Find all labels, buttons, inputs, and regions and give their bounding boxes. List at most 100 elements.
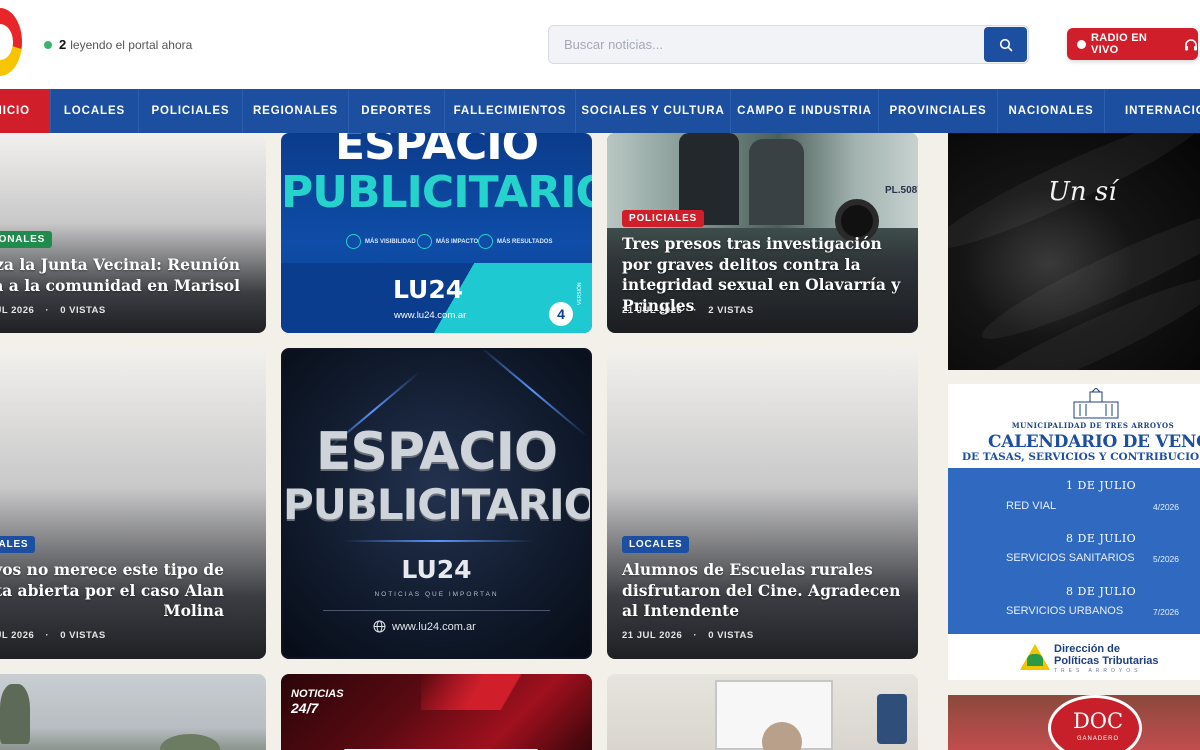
ad-noticias-line-1: NOTICIAS	[291, 688, 344, 700]
ad-brand: LU24	[393, 275, 464, 304]
live-dot-icon	[1077, 39, 1086, 49]
nav-item-deportes[interactable]: DEPORTES	[349, 89, 445, 133]
ad-streak	[343, 540, 533, 542]
news-card[interactable]	[607, 674, 918, 750]
news-views: 0 VISTAS	[708, 630, 754, 641]
calendar-period: 5/2026	[1153, 554, 1179, 564]
ad-divider	[323, 610, 550, 611]
readers-count: 2	[59, 37, 67, 52]
search-icon	[999, 38, 1012, 51]
nav-item-regionales[interactable]: REGIONALES	[243, 89, 349, 133]
radio-label: RADIO EN VIVO	[1091, 32, 1148, 56]
chart-icon	[417, 234, 432, 249]
ad-brand: LU24	[401, 555, 472, 584]
doc-brand: DOC	[1072, 709, 1124, 733]
headphones-icon	[1185, 38, 1197, 50]
calendar-direction: Dirección de Políticas Tributarias	[1054, 643, 1159, 667]
direction-line-2: Políticas Tributarias	[1054, 655, 1159, 667]
calendar-municipality: MUNICIPALIDAD DE TRES ARROYOS	[1011, 421, 1175, 430]
news-card[interactable]: LOCALES “Tres Arroyos no merece este tip…	[0, 348, 266, 659]
calendar-period: 7/2026	[1153, 607, 1179, 617]
calendar-title: CALENDARIO DE VENCIMIENTOS	[988, 432, 1200, 452]
silk-script-text: Un sí	[1048, 177, 1117, 207]
news-card[interactable]	[0, 674, 266, 750]
site-logo[interactable]	[0, 8, 22, 76]
target-icon	[478, 234, 493, 249]
ad-headline-2: PUBLICITARIO	[283, 480, 592, 529]
ad-stat-label: MÁS RESULTADOS	[497, 238, 553, 245]
news-meta: 21 JUL 2026 · 2 VISTAS	[622, 305, 754, 316]
municipal-building-icon	[1073, 388, 1119, 419]
live-readers: 2 leyendo el portal ahora	[44, 37, 192, 52]
news-meta: 21 JUL 2026 · 0 VISTAS	[622, 630, 754, 641]
globe-icon	[373, 620, 386, 633]
sidebar-ad-doc-ganadero[interactable]: DOC GANADERO	[948, 695, 1200, 750]
search-button[interactable]	[984, 27, 1027, 62]
calendar-panel: 1 DE JULIO RED VIAL 4/2026 8 DE JULIO SE…	[948, 468, 1200, 634]
radio-live-button[interactable]: RADIO EN VIVO	[1067, 28, 1198, 60]
calendar-subtitle: DE TASAS, SERVICIOS Y CONTRIBUCIONES MUN…	[962, 451, 1200, 463]
ad-url: www.lu24.com.ar	[392, 620, 476, 633]
nav-item-internacionales[interactable]: INTERNACIONALES	[1105, 89, 1200, 133]
ad-headline-1: ESPACIO	[315, 422, 558, 482]
nav-item-locales[interactable]: LOCALES	[51, 89, 139, 133]
news-card[interactable]: REGIONALES Se organiza la Junta Vecinal:…	[0, 133, 266, 333]
category-badge[interactable]: LOCALES	[622, 536, 690, 553]
sidebar-ad-calendar[interactable]: MUNICIPALIDAD DE TRES ARROYOS CALENDARIO…	[948, 384, 1200, 680]
nav-item-nacionales[interactable]: NACIONALES	[998, 89, 1105, 133]
ad-noticias-label: NOTICIAS 24/7	[291, 688, 344, 716]
ad-stat-label: MÁS IMPACTO	[436, 238, 479, 245]
calendar-date: 8 DE JULIO	[1066, 532, 1137, 545]
calendar-service: SERVICIOS SANITARIOS	[1006, 552, 1135, 564]
news-image-plate: PL.5087	[885, 185, 918, 196]
ad-banner-lu24-v4[interactable]: ESPACIO PUBLICITARIO MÁS VISIBILIDAD MÁS…	[281, 133, 592, 333]
ad-stripe	[421, 674, 592, 710]
news-date: 21 JUL 2026	[622, 305, 683, 316]
ad-stat: MÁS RESULTADOS	[478, 234, 552, 249]
news-image-banner	[877, 694, 907, 744]
nav-item-campo-e-industria[interactable]: CAMPO E INDUSTRIA	[731, 89, 879, 133]
calendar-period: 4/2026	[1153, 502, 1179, 512]
news-views: 2 VISTAS	[708, 305, 754, 316]
direction-line-1: Dirección de	[1054, 643, 1121, 655]
nav-item-inicio[interactable]: INICIO	[0, 89, 51, 133]
news-title[interactable]: “Tres Arroyos no merece este tipo de vis…	[0, 560, 250, 622]
news-image-tree	[160, 734, 220, 750]
ad-banner-lu24[interactable]: ESPACIO PUBLICITARIO LU24 NOTICIAS QUE I…	[281, 348, 592, 659]
news-meta: 21 JUL 2026 · 0 VISTAS	[0, 630, 106, 641]
search-box	[548, 25, 1029, 64]
news-date: 21 JUL 2026	[622, 630, 683, 641]
nav-item-provinciales[interactable]: PROVINCIALES	[879, 89, 998, 133]
ad-version-badge: 4	[549, 302, 573, 326]
direction-line-3: TRES ARROYOS	[1054, 668, 1142, 674]
news-title[interactable]: Se organiza la Junta Vecinal: Reunión ab…	[0, 255, 260, 296]
news-image-tree	[0, 684, 30, 744]
news-views: 0 VISTAS	[60, 630, 106, 641]
ad-version-label: VERSIÓN	[577, 282, 583, 305]
ad-tagline: NOTICIAS QUE IMPORTAN	[374, 591, 499, 598]
ad-stat-label: MÁS VISIBILIDAD	[365, 238, 416, 245]
ad-banner-noticias[interactable]: NOTICIAS 24/7	[281, 674, 592, 750]
ad-stat: MÁS IMPACTO	[417, 234, 478, 249]
online-dot-icon	[44, 40, 52, 49]
news-card[interactable]: PL.5087 POLICIALES Tres presos tras inve…	[607, 133, 918, 333]
category-badge[interactable]: LOCALES	[0, 536, 36, 553]
sidebar-ad-silk[interactable]: Un sí	[948, 133, 1200, 370]
calendar-date: 8 DE JULIO	[1066, 585, 1137, 598]
tributary-logo-inner	[1027, 654, 1043, 666]
ad-noticias-line-2: 24/7	[291, 700, 319, 716]
category-badge[interactable]: POLICIALES	[622, 210, 705, 227]
eye-icon	[346, 234, 361, 249]
nav-item-policiales[interactable]: POLICIALES	[139, 89, 243, 133]
search-input[interactable]	[549, 26, 985, 63]
category-badge[interactable]: REGIONALES	[0, 231, 53, 248]
calendar-service: RED VIAL	[1006, 500, 1057, 512]
ad-headline-partial	[321, 749, 561, 750]
readers-text: leyendo el portal ahora	[70, 37, 193, 52]
news-card[interactable]: LOCALES Alumnos de Escuelas rurales disf…	[607, 348, 918, 659]
news-title[interactable]: Tres presos tras investigación por grave…	[622, 234, 912, 316]
ad-headline-1: ESPACIO	[334, 133, 539, 170]
nav-item-fallecimientos[interactable]: FALLECIMIENTOS	[445, 89, 576, 133]
news-title[interactable]: Alumnos de Escuelas rurales disfrutaron …	[622, 560, 912, 622]
nav-item-sociales-y-cultura[interactable]: SOCIALES Y CULTURA	[576, 89, 731, 133]
